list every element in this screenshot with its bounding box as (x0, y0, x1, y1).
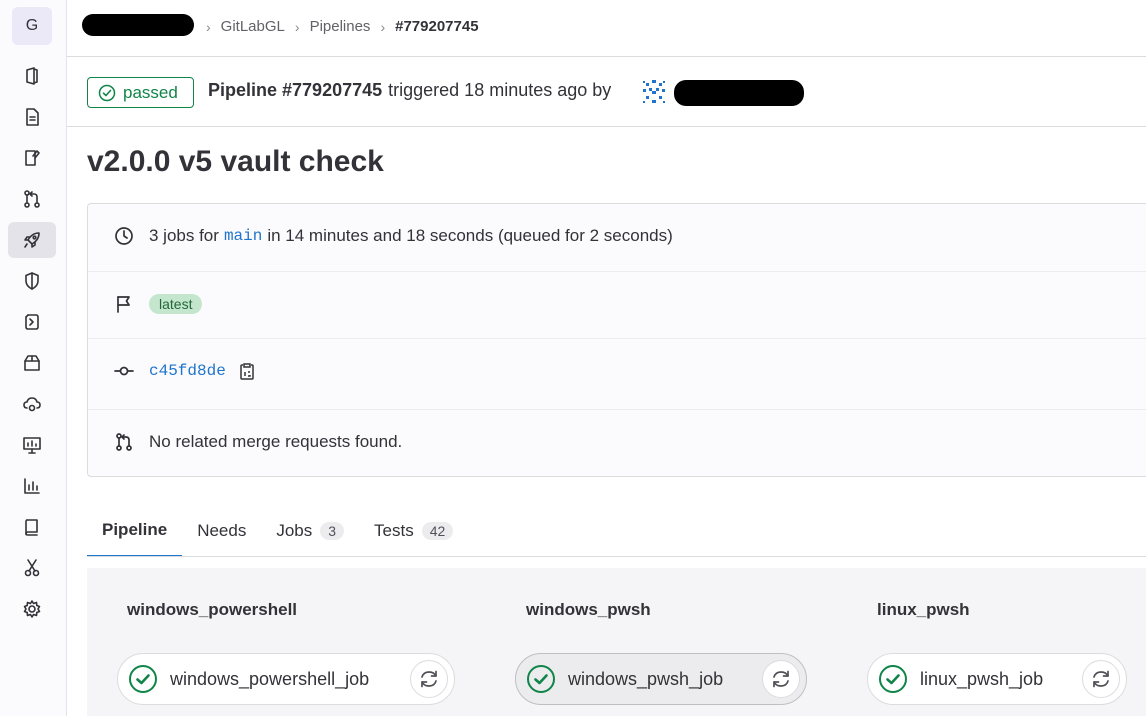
stage-title: windows_pwsh (526, 600, 651, 619)
pipeline-tabs: Pipeline Needs Jobs 3 Tests 42 (87, 505, 468, 557)
tab-pipeline[interactable]: Pipeline (87, 505, 183, 557)
clock-icon (115, 227, 133, 245)
job-windows-pwsh[interactable]: windows_pwsh_job (515, 653, 807, 705)
tab-label: Tests (374, 521, 414, 540)
shield-icon[interactable] (8, 263, 56, 299)
triggered-text: triggered 18 minutes ago by (388, 80, 612, 100)
title-divider (67, 126, 1146, 127)
commit-row: c45fd8de (88, 361, 1146, 381)
merge-request-icon[interactable] (8, 181, 56, 217)
status-label: passed (123, 82, 178, 102)
settings-icon[interactable] (8, 591, 56, 627)
breadcrumb-separator: › (294, 18, 300, 35)
job-name: windows_powershell_job (170, 668, 370, 689)
sidebar: G (0, 0, 67, 716)
header-divider (67, 56, 1146, 57)
job-windows-powershell[interactable]: windows_powershell_job (117, 653, 455, 705)
retry-button[interactable] (1082, 660, 1120, 698)
pipeline-info-card: 3 jobs for main in 14 minutes and 18 sec… (87, 203, 1146, 477)
tabs-divider (87, 556, 1146, 557)
duration-text: in 14 minutes and 18 seconds (queued for… (267, 226, 673, 245)
row-divider (88, 271, 1146, 272)
success-icon (527, 665, 555, 693)
tab-needs[interactable]: Needs (182, 505, 261, 557)
job-name: windows_pwsh_job (568, 668, 724, 689)
tab-tests[interactable]: Tests 42 (359, 505, 468, 557)
row-divider (88, 409, 1146, 410)
row-divider (88, 338, 1146, 339)
job-name: linux_pwsh_job (920, 668, 1044, 689)
breadcrumb-current[interactable]: #779207745 (395, 18, 478, 35)
no-merge-requests-text: No related merge requests found. (149, 432, 403, 451)
retry-icon (1093, 670, 1109, 688)
copy-icon[interactable] (238, 362, 256, 380)
redacted-group-name (82, 14, 194, 36)
status-badge[interactable]: passed (87, 77, 194, 108)
stage-title: windows_powershell (127, 600, 298, 619)
tab-label: Needs (197, 521, 247, 540)
tags-row: latest (88, 294, 1146, 314)
rocket-icon[interactable] (8, 222, 56, 258)
merge-requests-row: No related merge requests found. (88, 432, 1146, 452)
retry-icon (421, 670, 437, 688)
success-icon (879, 665, 907, 693)
project-icon[interactable] (8, 58, 56, 94)
branch-link[interactable]: main (224, 227, 262, 245)
user-avatar[interactable] (640, 78, 668, 106)
package-icon[interactable] (8, 345, 56, 381)
cloud-gear-icon[interactable] (8, 386, 56, 422)
tests-count-badge: 42 (421, 522, 454, 540)
issues-icon[interactable] (8, 140, 56, 176)
check-circle-icon (98, 84, 116, 101)
jobs-count-badge: 3 (320, 522, 345, 540)
snippets-icon[interactable] (8, 550, 56, 586)
breadcrumb-separator: › (206, 18, 211, 35)
breadcrumb-project[interactable]: GitLabGL (221, 18, 285, 35)
success-icon (129, 665, 157, 693)
merge-request-icon (116, 433, 132, 451)
job-linux-pwsh[interactable]: linux_pwsh_job (867, 653, 1127, 705)
breadcrumb: › GitLabGL › Pipelines › #779207745 (196, 18, 479, 35)
page-title: v2.0.0 v5 vault check (87, 145, 384, 178)
analytics-icon[interactable] (8, 468, 56, 504)
breadcrumb-pipelines[interactable]: Pipelines (310, 18, 371, 35)
jobs-count-text: 3 jobs for (149, 226, 219, 245)
tab-label: Pipeline (102, 520, 168, 539)
project-avatar[interactable]: G (12, 7, 52, 45)
breadcrumb-separator: › (380, 18, 386, 35)
retry-button[interactable] (762, 660, 800, 698)
jobs-summary-row: 3 jobs for main in 14 minutes and 18 sec… (88, 226, 1146, 246)
retry-icon (773, 670, 789, 688)
pipeline-summary: Pipeline #779207745 triggered 18 minutes… (208, 80, 611, 101)
redacted-user-name (674, 80, 804, 106)
deploy-icon[interactable] (8, 304, 56, 340)
latest-badge: latest (149, 294, 203, 314)
tab-jobs[interactable]: Jobs 3 (261, 505, 359, 557)
commit-sha-link[interactable]: c45fd8de (149, 362, 226, 380)
commit-icon (114, 366, 134, 376)
stage-title: linux_pwsh (877, 600, 970, 619)
monitor-icon[interactable] (8, 427, 56, 463)
tab-label: Jobs (276, 521, 313, 540)
flag-icon (117, 296, 130, 313)
retry-button[interactable] (410, 660, 448, 698)
pipeline-id: Pipeline #779207745 (208, 80, 383, 100)
wiki-icon[interactable] (8, 509, 56, 545)
file-icon[interactable] (8, 99, 56, 135)
